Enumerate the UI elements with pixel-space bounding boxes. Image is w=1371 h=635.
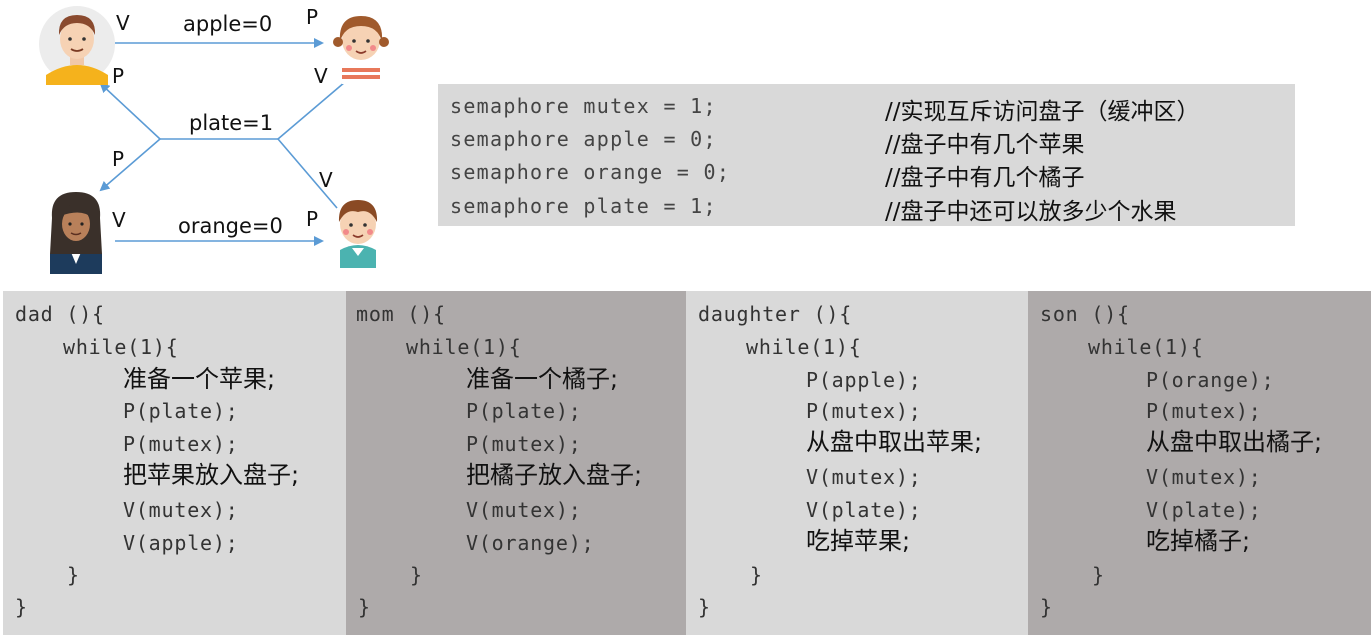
son-v-label: V	[319, 168, 333, 192]
code-line: 把苹果放入盘子;	[123, 461, 300, 489]
code-line: P(mutex);	[1146, 399, 1262, 423]
closing-brace: }	[698, 595, 711, 619]
declaration-row: semaphore plate = 1; //盘子中还可以放多少个水果	[450, 188, 1290, 225]
closing-brace: }	[1092, 563, 1105, 587]
semaphore-declarations: semaphore mutex = 1; //实现互斥访问盘子（缓冲区） sem…	[438, 84, 1295, 226]
while-loop: while(1){	[746, 335, 862, 359]
mom-p-label: P	[112, 147, 125, 171]
code-line: V(mutex);	[806, 465, 922, 489]
dad-process-panel: dad (){ while(1){ 准备一个苹果; P(plate); P(mu…	[3, 291, 346, 635]
code-line: V(mutex);	[466, 498, 582, 522]
mom-process-panel: mom (){ while(1){ 准备一个橘子; P(plate); P(mu…	[346, 291, 686, 635]
code-line: 把橘子放入盘子;	[466, 461, 643, 489]
declaration-code: semaphore plate = 1;	[450, 194, 717, 218]
declaration-row: semaphore orange = 0; //盘子中有几个橘子	[450, 154, 1290, 191]
son-process-panel: son (){ while(1){ P(orange); P(mutex); 从…	[1028, 291, 1371, 635]
code-line: 从盘中取出苹果;	[806, 428, 983, 456]
declaration-comment: //盘子中有几个橘子	[885, 165, 1085, 191]
code-line: V(plate);	[806, 498, 922, 522]
daughter-avatar-icon	[333, 16, 389, 84]
plate-to-mom-arrow	[99, 138, 161, 192]
code-line: P(mutex);	[466, 432, 582, 456]
closing-brace: }	[410, 563, 423, 587]
dad-p-label: P	[112, 64, 125, 88]
closing-brace: }	[67, 563, 80, 587]
declaration-code: semaphore apple = 0;	[450, 127, 717, 151]
code-line: V(plate);	[1146, 498, 1262, 522]
function-header: mom (){	[356, 302, 446, 326]
code-line: 准备一个橘子;	[466, 365, 619, 393]
declaration-code: semaphore mutex = 1;	[450, 94, 717, 118]
while-loop: while(1){	[1088, 335, 1204, 359]
code-line: P(apple);	[806, 368, 922, 392]
code-line: P(plate);	[123, 399, 239, 423]
son-avatar-icon	[338, 200, 378, 268]
closing-brace: }	[750, 563, 763, 587]
plate-to-dad-arrow	[99, 82, 161, 140]
code-line: P(mutex);	[123, 432, 239, 456]
declaration-row: semaphore apple = 0; //盘子中有几个苹果	[450, 121, 1290, 158]
code-line: P(orange);	[1146, 368, 1275, 392]
code-line: 从盘中取出橘子;	[1146, 428, 1323, 456]
code-line: 吃掉橘子;	[1146, 527, 1251, 555]
code-line: 准备一个苹果;	[123, 365, 276, 393]
mom-v-label: V	[112, 208, 126, 232]
code-line: V(orange);	[466, 531, 595, 555]
declaration-comment: //盘子中还可以放多少个水果	[885, 199, 1177, 225]
while-loop: while(1){	[63, 335, 179, 359]
daughter-v-label: V	[314, 64, 328, 88]
function-header: son (){	[1040, 302, 1130, 326]
daughter-p-label: P	[306, 5, 319, 29]
mom-avatar-icon	[50, 192, 102, 274]
function-header: dad (){	[15, 302, 105, 326]
code-line: V(mutex);	[123, 498, 239, 522]
code-line: P(mutex);	[806, 399, 922, 423]
daughter-process-panel: daughter (){ while(1){ P(apple); P(mutex…	[686, 291, 1028, 635]
code-line: P(plate);	[466, 399, 582, 423]
while-loop: while(1){	[406, 335, 522, 359]
code-line: V(mutex);	[1146, 465, 1262, 489]
process-sync-diagram: apple=0 plate=1 orange=0 V P P V P V V P	[0, 0, 430, 285]
orange-semaphore-label: orange=0	[178, 214, 283, 238]
dad-avatar-icon	[39, 6, 115, 85]
plate-semaphore-label: plate=1	[189, 111, 274, 135]
dad-v-label: V	[116, 11, 130, 35]
son-p-label: P	[306, 207, 319, 231]
apple-semaphore-label: apple=0	[183, 12, 273, 36]
function-header: daughter (){	[698, 302, 853, 326]
code-line: 吃掉苹果;	[806, 527, 911, 555]
closing-brace: }	[358, 595, 371, 619]
declaration-code: semaphore orange = 0;	[450, 160, 731, 184]
daughter-to-plate-line	[277, 81, 346, 140]
closing-brace: }	[15, 595, 28, 619]
closing-brace: }	[1040, 595, 1053, 619]
declaration-row: semaphore mutex = 1; //实现互斥访问盘子（缓冲区）	[450, 88, 1290, 125]
code-line: V(apple);	[123, 531, 239, 555]
